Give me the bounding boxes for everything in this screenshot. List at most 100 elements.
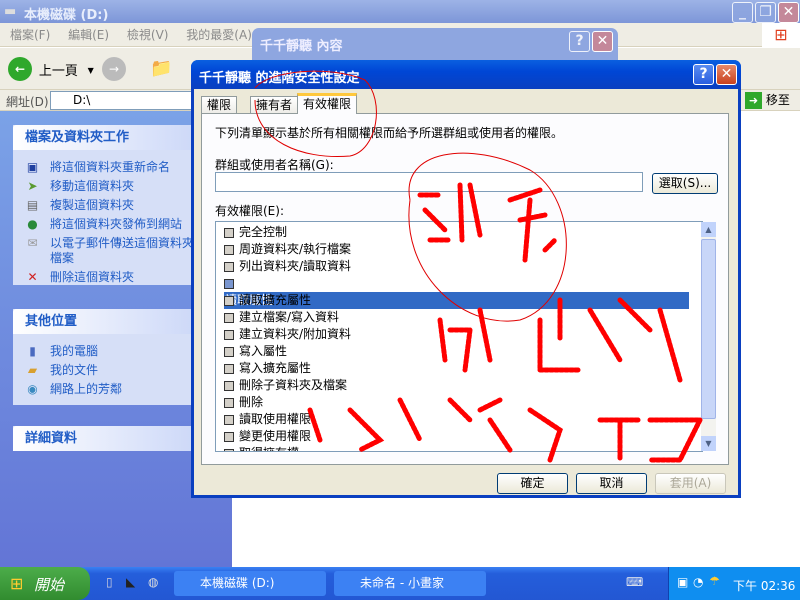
quicklaunch-icon[interactable]: ▯	[106, 575, 113, 589]
taskbar-item-explorer[interactable]: 本機磁碟 (D:)	[174, 571, 326, 596]
tab-permissions[interactable]: 權限	[201, 96, 238, 114]
permission-row[interactable]: 取得擁有權	[216, 445, 702, 451]
permission-checkbox	[224, 397, 234, 408]
explorer-title-bar: ▬ 本機磁碟 (D:) _ ❐ ✕	[0, 0, 800, 23]
permission-label: 列出資料夾/讀取資料	[239, 259, 352, 273]
windows-logo: ⊞	[762, 23, 800, 47]
scrollbar[interactable]: ▲ ▼	[701, 222, 716, 451]
permission-checkbox	[224, 261, 234, 272]
place-my-documents[interactable]: ▰ 我的文件	[13, 363, 220, 378]
permission-label: 變更使用權限	[239, 429, 312, 443]
minimize-button[interactable]: _	[732, 2, 753, 23]
help-button[interactable]: ?	[569, 31, 590, 52]
group-label: 群組或使用者名稱(G):	[215, 158, 334, 172]
task-email[interactable]: ✉ 以電子郵件傳送這個資料夾的檔案	[13, 236, 208, 266]
close-button[interactable]: ✕	[778, 2, 799, 23]
back-button[interactable]: ← 上一頁 ▼	[8, 57, 94, 81]
chevron-down-icon[interactable]: ▼	[88, 66, 94, 75]
panel-title: 詳細資料	[13, 426, 220, 451]
permission-row[interactable]: 列出資料夾/讀取資料	[216, 258, 702, 275]
quicklaunch-icon[interactable]: ◣	[126, 575, 135, 589]
task-copy[interactable]: ▤ 複製這個資料夾	[13, 198, 220, 213]
permission-row[interactable]: 讀取屬性	[216, 275, 702, 309]
dialog-title-bar: 千千靜聽 的進階安全性設定 ? ✕	[191, 60, 741, 89]
keyboard-icon[interactable]: ⌨	[626, 575, 643, 589]
publish-icon: ●	[27, 217, 38, 231]
scroll-down-button[interactable]: ▼	[701, 436, 716, 451]
umbrella-icon[interactable]: ☂	[709, 574, 720, 588]
details-panel[interactable]: 詳細資料	[13, 426, 220, 451]
permission-row[interactable]: 建立檔案/寫入資料	[216, 309, 702, 326]
group-name-input[interactable]	[215, 172, 643, 192]
start-button[interactable]: ⊞ 開始	[0, 567, 90, 600]
place-my-computer[interactable]: ▮ 我的電腦	[13, 344, 220, 359]
permission-checkbox	[224, 363, 234, 374]
folder-up-icon[interactable]: 📁	[150, 58, 172, 79]
copy-icon: ▤	[26, 198, 39, 212]
go-arrow-icon: ➜	[745, 92, 762, 109]
documents-icon: ▰	[27, 363, 38, 377]
go-button[interactable]: ➜ 移至	[745, 91, 790, 109]
taskbar-item-paint[interactable]: 未命名 - 小畫家	[334, 571, 486, 596]
scroll-thumb[interactable]	[701, 239, 716, 419]
drive-icon: ▬	[4, 4, 17, 19]
volume-icon[interactable]: ◔	[693, 575, 703, 589]
permission-label: 讀取擴充屬性	[239, 293, 312, 307]
file-tasks-panel: 檔案及資料夾工作 ▣ 將這個資料夾重新命名 ➤ 移動這個資料夾 ▤ 複製這個資料夾 ●…	[13, 125, 220, 285]
forward-arrow-icon[interactable]: →	[102, 57, 126, 81]
place-network[interactable]: ◉ 網路上的芳鄰	[13, 382, 220, 397]
permission-label: 刪除子資料夾及檔案	[239, 378, 348, 392]
permission-checkbox	[224, 380, 234, 391]
scroll-up-button[interactable]: ▲	[701, 222, 716, 237]
ok-button[interactable]: 確定	[497, 473, 568, 494]
dialog-title: 千千靜聽 內容	[260, 39, 343, 54]
permission-checkbox	[224, 448, 234, 451]
select-button[interactable]: 選取(S)...	[652, 173, 718, 194]
taskbar: ⊞ 開始 ▯ ◣ ◍ 本機磁碟 (D:) 未命名 - 小畫家 ⌨ ▣ ◔ ☂ 下…	[0, 567, 800, 600]
close-button[interactable]: ✕	[592, 31, 613, 52]
network-tray-icon[interactable]: ▣	[677, 575, 688, 589]
permission-checkbox	[224, 346, 234, 357]
task-publish[interactable]: ● 將這個資料夾發佈到網站	[13, 217, 220, 232]
permission-row[interactable]: 建立資料夾/附加資料	[216, 326, 702, 343]
help-button[interactable]: ?	[693, 64, 714, 85]
permissions-list: 完全控制 周遊資料夾/執行檔案 列出資料夾/讀取資料讀取屬性 讀取擴充屬性建立檔案/寫…	[215, 221, 703, 452]
delete-icon: ✕	[27, 270, 38, 284]
permission-label: 取得擁有權	[239, 446, 299, 451]
permission-row[interactable]: 寫入擴充屬性	[216, 360, 702, 377]
task-rename[interactable]: ▣ 將這個資料夾重新命名	[13, 160, 220, 175]
permission-row[interactable]: 刪除	[216, 394, 702, 411]
network-icon: ◉	[27, 382, 38, 396]
permission-row[interactable]: 完全控制	[216, 224, 702, 241]
email-icon: ✉	[27, 236, 38, 250]
permission-label: 寫入擴充屬性	[239, 361, 312, 375]
permission-checkbox	[224, 227, 234, 238]
address-label: 網址(D)	[6, 95, 49, 109]
close-button[interactable]: ✕	[716, 64, 737, 85]
tab-effective-permissions[interactable]: 有效權限	[297, 93, 358, 114]
menu-view[interactable]: 檢視(V)	[127, 28, 169, 42]
panel-title: 檔案及資料夾工作	[13, 125, 220, 150]
permission-checkbox	[224, 295, 234, 306]
permission-row[interactable]: 變更使用權限	[216, 428, 702, 445]
permission-row[interactable]: 讀取擴充屬性	[216, 292, 702, 309]
cancel-button[interactable]: 取消	[576, 473, 647, 494]
computer-icon: ▮	[29, 344, 36, 358]
menu-favorites[interactable]: 我的最愛(A)	[186, 28, 252, 42]
permission-checkbox	[224, 312, 234, 323]
quicklaunch-icon[interactable]: ◍	[148, 575, 158, 589]
permission-row[interactable]: 讀取使用權限	[216, 411, 702, 428]
menu-file[interactable]: 檔案(F)	[10, 28, 50, 42]
task-delete[interactable]: ✕ 刪除這個資料夾	[13, 270, 220, 285]
permission-row[interactable]: 周遊資料夾/執行檔案	[216, 241, 702, 258]
restore-button[interactable]: ❐	[755, 2, 776, 23]
task-move[interactable]: ➤ 移動這個資料夾	[13, 179, 220, 194]
permission-row[interactable]: 寫入屬性	[216, 343, 702, 360]
permission-row[interactable]: 刪除子資料夾及檔案	[216, 377, 702, 394]
permission-label: 建立資料夾/附加資料	[239, 327, 352, 341]
permission-checkbox	[224, 278, 234, 289]
menu-edit[interactable]: 編輯(E)	[68, 28, 109, 42]
windows-flag-icon: ⊞	[10, 574, 24, 593]
tab-owner[interactable]: 擁有者	[250, 96, 299, 114]
apply-button[interactable]: 套用(A)	[655, 473, 726, 494]
